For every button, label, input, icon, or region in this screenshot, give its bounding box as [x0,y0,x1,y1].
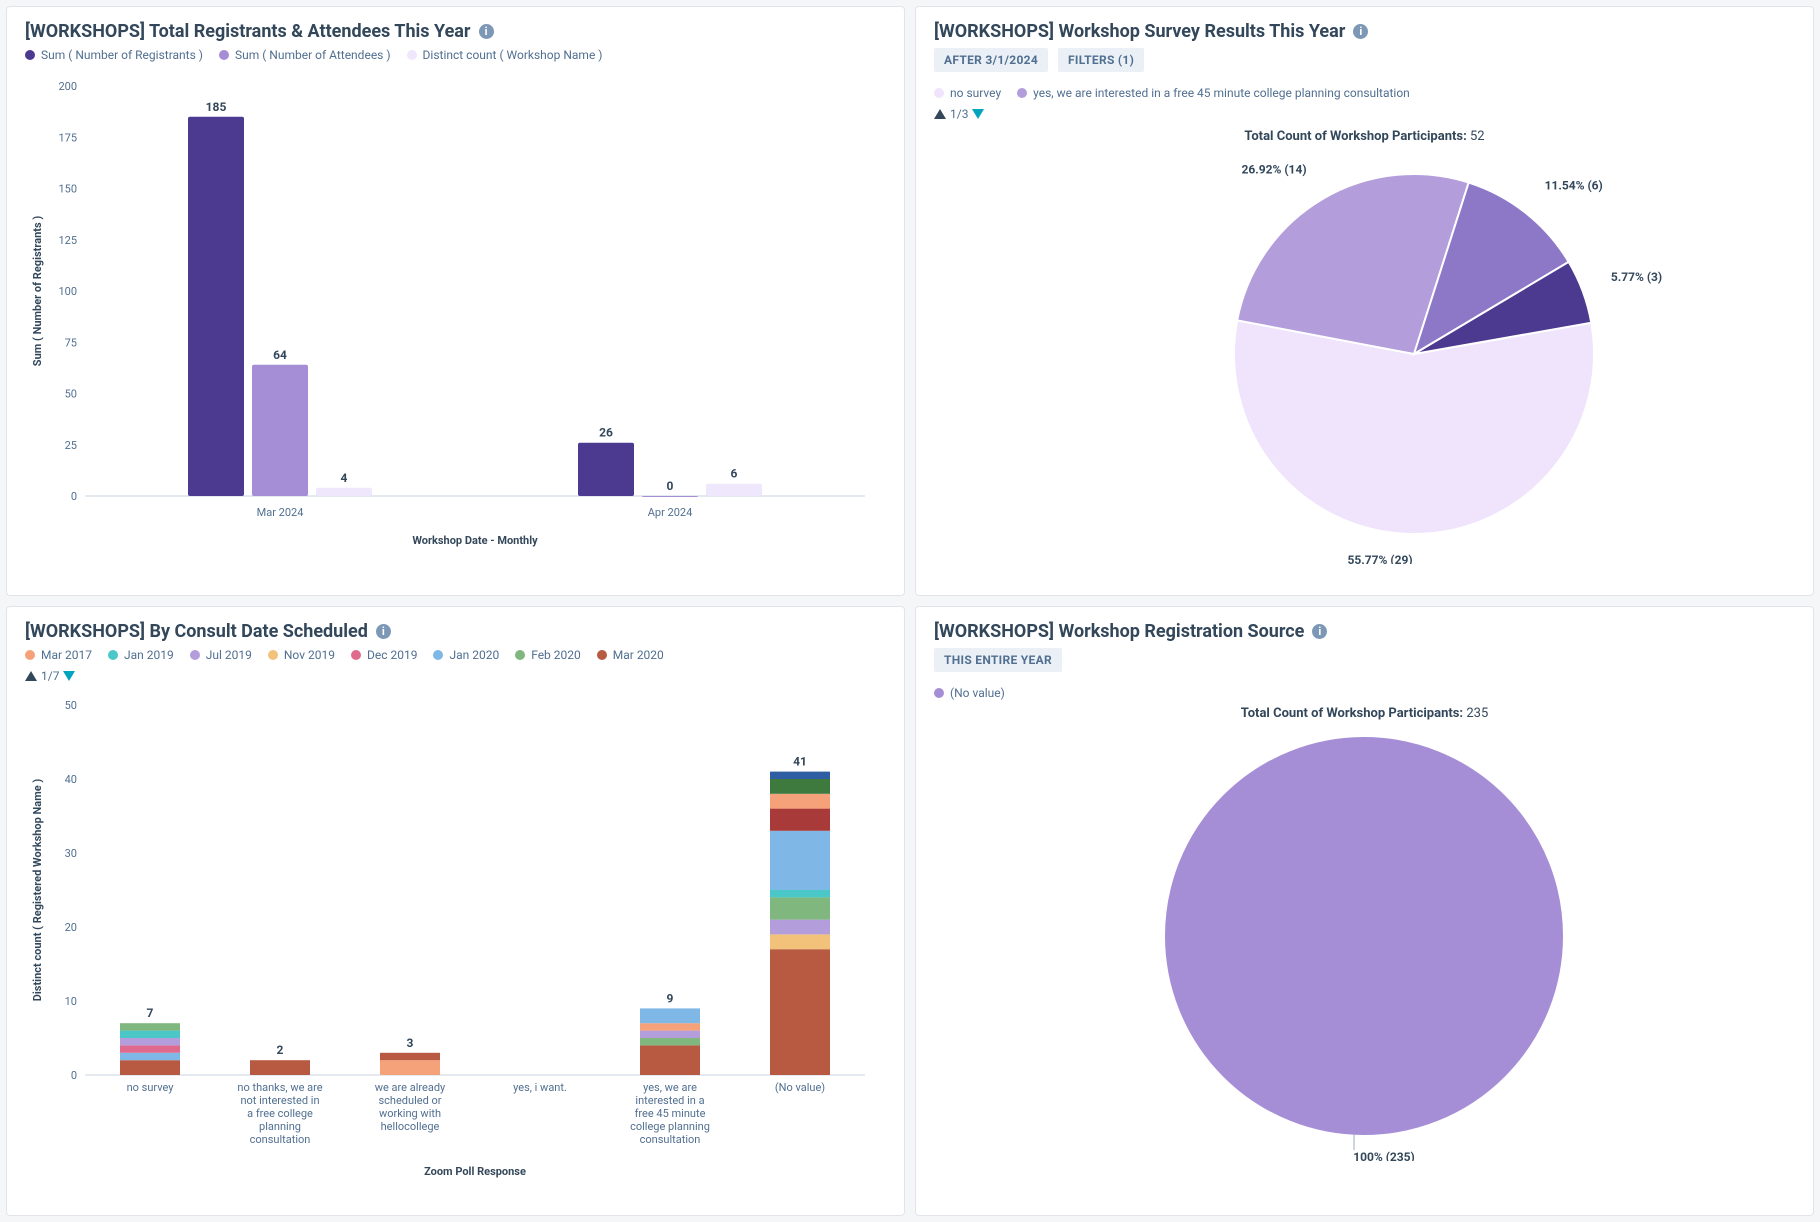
legend-item[interactable]: no survey [934,86,1001,100]
pager-next-icon[interactable] [63,671,75,681]
svg-text:125: 125 [58,234,77,247]
svg-text:10: 10 [65,995,77,1008]
svg-text:Distinct count ( Registered Wo: Distinct count ( Registered Workshop Nam… [31,779,44,1002]
card-title: [WORKSHOPS] Total Registrants & Attendee… [25,21,471,42]
filter-pill-date[interactable]: AFTER 3/1/2024 [934,48,1048,72]
legend-pager: 1/7 [25,669,75,683]
pager-prev-icon[interactable] [25,671,37,681]
svg-text:75: 75 [65,336,77,349]
svg-text:150: 150 [58,183,77,196]
svg-text:50: 50 [65,388,77,401]
svg-text:3: 3 [407,1036,414,1050]
svg-text:9: 9 [667,991,674,1005]
legend-item[interactable]: (No value) [934,686,1005,700]
legend-pager: 1/3 [934,107,984,121]
legend-item[interactable]: Dec 2019 [351,648,417,662]
legend: no survey yes, we are interested in a fr… [934,86,1795,100]
card-registration-source: [WORKSHOPS] Workshop Registration Source… [915,606,1814,1216]
legend-item[interactable]: Mar 2017 [25,648,92,662]
svg-text:Sum ( Number of Registrants ): Sum ( Number of Registrants ) [31,216,44,367]
pie-total-header: Total Count of Workshop Participants: 23… [934,706,1795,721]
card-survey-results: [WORKSHOPS] Workshop Survey Results This… [915,6,1814,596]
svg-text:Mar 2024: Mar 2024 [257,506,304,519]
svg-text:26: 26 [599,426,613,440]
legend-item[interactable]: Mar 2020 [597,648,664,662]
svg-text:64: 64 [273,348,287,362]
svg-text:20: 20 [65,921,77,934]
svg-text:40: 40 [65,773,77,786]
legend: Sum ( Number of Registrants ) Sum ( Numb… [25,48,886,62]
svg-text:Zoom Poll Response: Zoom Poll Response [424,1165,526,1178]
pager-prev-icon[interactable] [934,109,946,119]
legend: Mar 2017 Jan 2019 Jul 2019 Nov 2019 Dec 2019… [25,648,886,662]
svg-text:41: 41 [793,755,807,769]
legend-item[interactable]: Jul 2019 [190,648,252,662]
filter-pill-year[interactable]: THIS ENTIRE YEAR [934,648,1062,672]
pager-text: 1/3 [950,107,968,121]
svg-text:yes, i want.: yes, i want. [513,1081,567,1094]
svg-text:200: 200 [58,80,77,93]
legend-item[interactable]: Distinct count ( Workshop Name ) [407,48,603,62]
svg-text:7: 7 [147,1006,154,1020]
svg-text:5.77% (3): 5.77% (3) [1611,270,1662,284]
card-title: [WORKSHOPS] By Consult Date Scheduled [25,621,368,642]
info-icon[interactable]: i [376,624,391,639]
svg-text:100: 100 [58,285,77,298]
svg-text:4: 4 [341,471,348,485]
svg-text:100% (235): 100% (235) [1353,1150,1415,1161]
svg-text:6: 6 [731,467,738,481]
legend-item[interactable]: Feb 2020 [515,648,581,662]
svg-text:no survey: no survey [127,1081,175,1094]
legend-item[interactable]: Jan 2019 [108,648,174,662]
dashboard-grid: [WORKSHOPS] Total Registrants & Attendee… [0,0,1820,1222]
card-title: [WORKSHOPS] Workshop Registration Source [934,621,1304,642]
pie-chart-source: 100% (235) [934,721,1794,1161]
svg-text:0: 0 [71,1069,77,1082]
svg-text:185: 185 [206,100,227,114]
legend-item[interactable]: Sum ( Number of Attendees ) [219,48,391,62]
svg-text:55.77% (29): 55.77% (29) [1348,553,1413,564]
svg-text:175: 175 [58,131,77,144]
svg-text:2: 2 [277,1043,284,1057]
pager-text: 1/7 [41,669,59,683]
pie-chart-survey: 55.77% (29) 26.92% (14) 11.54% (6) 5.77% (3… [934,144,1794,564]
legend-item[interactable]: Nov 2019 [268,648,335,662]
svg-text:we are alreadyscheduled orwork: we are alreadyscheduled orworking withhe… [375,1081,446,1133]
svg-text:25: 25 [65,439,77,452]
card-consult-date: [WORKSHOPS] By Consult Date Scheduled i … [6,606,905,1216]
svg-text:(No value): (No value) [775,1081,825,1094]
svg-text:Workshop Date - Monthly: Workshop Date - Monthly [412,534,538,547]
svg-text:26.92% (14): 26.92% (14) [1241,163,1306,177]
legend-item[interactable]: Jan 2020 [433,648,499,662]
svg-text:no thanks, we arenot intereste: no thanks, we arenot interested ina free… [237,1081,322,1146]
info-icon[interactable]: i [479,24,494,39]
filter-pill-filters[interactable]: FILTERS (1) [1058,48,1144,72]
bar-chart-registrants: 0 25 50 75 100 125 150 175 200 Sum ( Number of Re… [25,66,885,556]
svg-text:11.54% (6): 11.54% (6) [1545,179,1603,193]
info-icon[interactable]: i [1312,624,1327,639]
pie-total-header: Total Count of Workshop Participants: 52 [934,129,1795,144]
legend-item[interactable]: Sum ( Number of Registrants ) [25,48,203,62]
legend-item[interactable]: yes, we are interested in a free 45 minu… [1017,86,1410,100]
card-title: [WORKSHOPS] Workshop Survey Results This… [934,21,1345,42]
legend: (No value) [934,686,1795,700]
info-icon[interactable]: i [1353,24,1368,39]
svg-text:0: 0 [71,490,77,503]
svg-text:30: 30 [65,847,77,860]
svg-text:Apr 2024: Apr 2024 [648,506,693,519]
svg-text:50: 50 [65,699,77,712]
card-total-registrants: [WORKSHOPS] Total Registrants & Attendee… [6,6,905,596]
bar-chart-consult: 0 10 20 30 40 50 Distinct count ( Registered W… [25,685,885,1185]
svg-text:yes, we areinterested in afree: yes, we areinterested in afree 45 minute… [630,1081,710,1146]
svg-text:0: 0 [667,479,674,493]
pager-next-icon[interactable] [972,109,984,119]
